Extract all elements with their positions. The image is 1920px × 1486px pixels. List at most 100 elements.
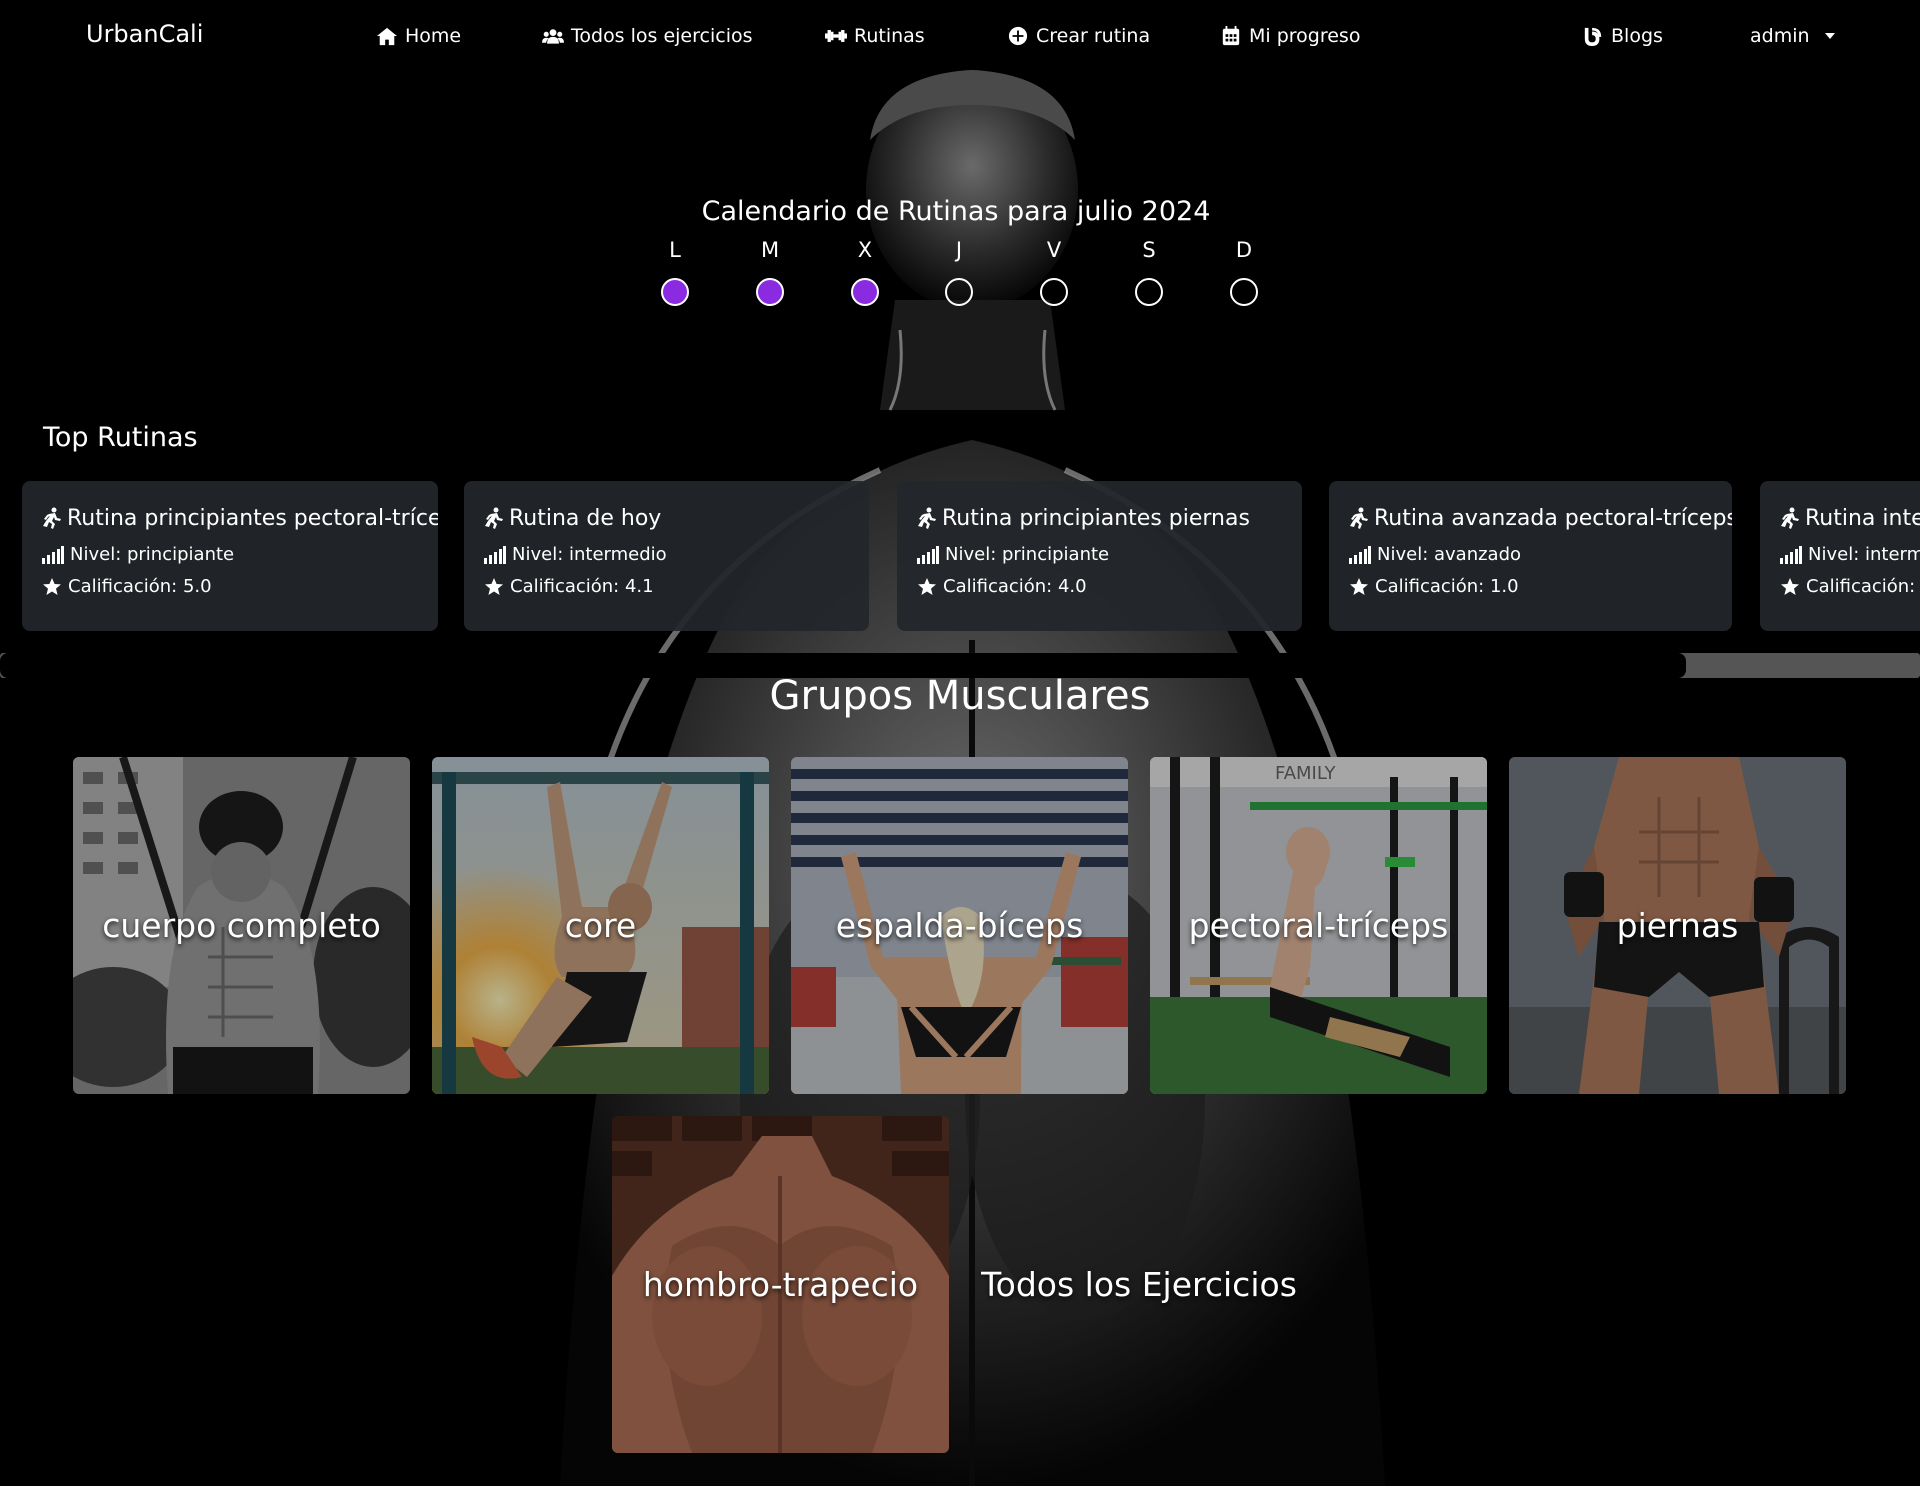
top-rutinas-title: Top Rutinas — [43, 422, 198, 453]
routine-card-title: Rutina de hoy — [484, 503, 849, 533]
routine-name: Rutina principiantes piernas — [942, 505, 1250, 531]
nav-crear-rutina[interactable]: Crear rutina — [1007, 25, 1150, 47]
nav-blogs-label: Blogs — [1611, 25, 1663, 47]
routine-name: Rutina avanzada pectoral-tríceps — [1374, 505, 1732, 531]
routine-name: Rutina principiantes pectoral-tríceps — [67, 505, 438, 531]
nav-home[interactable]: Home — [376, 25, 461, 47]
running-icon — [918, 507, 936, 529]
routine-level-row: Nivel: intermedio — [484, 544, 849, 565]
routine-card-title: Rutina principiantes piernas — [917, 503, 1282, 533]
nav-todos-ejercicios[interactable]: Todos los ejercicios — [542, 25, 753, 47]
nav-blogs[interactable]: Blogs — [1582, 25, 1663, 47]
star-icon — [43, 577, 61, 595]
calendar-day-letter: D — [1235, 238, 1253, 262]
signal-bars-icon — [1780, 545, 1802, 564]
routine-level: Nivel: intermedio — [1808, 544, 1920, 565]
routine-rating: Calificación: 1.0 — [1375, 576, 1519, 597]
calendar-day-s: S — [1119, 238, 1179, 306]
routine-card[interactable]: Rutina avanzada pectoral-tríceps Nivel: a… — [1329, 481, 1732, 631]
routine-rating: Calificación: 0.0 — [1806, 576, 1920, 597]
routine-level-row: Nivel: principiante — [42, 544, 418, 565]
blog-icon — [1584, 27, 1602, 46]
caret-down-icon — [1824, 33, 1835, 39]
nav-todos-ejercicios-label: Todos los ejercicios — [571, 25, 753, 47]
brand-logo[interactable]: UrbanCali — [86, 20, 203, 48]
group-card-todos-ejercicios[interactable]: Todos los Ejercicios — [971, 1116, 1307, 1453]
user-menu-label: admin — [1750, 25, 1810, 47]
routine-rating-row: Calificación: 5.0 — [42, 576, 418, 597]
running-icon — [1350, 507, 1368, 529]
routine-rating-row: Calificación: 0.0 — [1780, 576, 1920, 597]
calendar-day-j: J — [929, 238, 989, 306]
users-icon — [542, 29, 564, 44]
user-menu-dropdown[interactable]: admin — [1750, 25, 1835, 47]
group-card-core[interactable]: core — [432, 757, 769, 1094]
group-card-espalda-biceps[interactable]: espalda-bíceps — [791, 757, 1128, 1094]
calendar-day-letter: X — [857, 238, 873, 262]
top-rutinas-carousel: Rutina principiantes pectoral-tríceps Niv… — [0, 481, 1920, 631]
group-label: espalda-bíceps — [835, 906, 1084, 945]
routine-card-title: Rutina intermedia — [1780, 503, 1920, 533]
routine-card[interactable]: Rutina principiantes pectoral-tríceps Niv… — [22, 481, 438, 631]
calendar-day-letter: M — [760, 238, 780, 262]
home-icon — [377, 27, 397, 46]
signal-bars-icon — [1349, 545, 1371, 564]
routine-level: Nivel: principiante — [70, 544, 235, 565]
routine-level-row: Nivel: avanzado — [1349, 544, 1712, 565]
routine-card[interactable]: Rutina intermedia Nivel: intermedio Califi… — [1760, 481, 1920, 631]
running-icon — [485, 507, 503, 529]
signal-bars-icon — [42, 545, 64, 564]
star-icon — [485, 577, 503, 595]
nav-crear-rutina-label: Crear rutina — [1036, 25, 1151, 47]
routine-calendar: Calendario de Rutinas para julio 2024 L M… — [0, 196, 1920, 306]
star-icon — [1350, 577, 1368, 595]
group-card-hombro-trapecio[interactable]: hombro-trapecio — [612, 1116, 949, 1453]
group-label: hombro-trapecio — [642, 1265, 919, 1304]
signal-bars-icon — [484, 545, 506, 564]
calendar-day-letter: V — [1046, 238, 1062, 262]
signal-bars-icon — [917, 545, 939, 564]
calendar-day-l: L — [645, 238, 705, 306]
star-icon — [918, 577, 936, 595]
calendar-day-indicator[interactable] — [851, 278, 879, 306]
routine-rating: Calificación: 5.0 — [68, 576, 212, 597]
calendar-days: LMXJVSD — [0, 238, 1920, 318]
calendar-day-indicator[interactable] — [1230, 278, 1258, 306]
routine-card[interactable]: Rutina principiantes piernas Nivel: princ… — [897, 481, 1302, 631]
routine-card[interactable]: Rutina de hoy Nivel: intermedio Calificaci… — [464, 481, 869, 631]
routine-card-title: Rutina avanzada pectoral-tríceps — [1349, 503, 1732, 533]
star-icon — [1781, 577, 1799, 595]
calendar-day-letter: J — [955, 238, 963, 262]
nav-rutinas-label: Rutinas — [854, 25, 925, 47]
group-card-piernas[interactable]: piernas — [1509, 757, 1846, 1094]
group-card-cuerpo-completo[interactable]: cuerpo completo — [73, 757, 410, 1094]
nav-mi-progreso-label: Mi progreso — [1249, 25, 1361, 47]
routine-level: Nivel: avanzado — [1377, 544, 1522, 565]
group-card-pectoral-triceps[interactable]: FAMILY pectoral-tríceps — [1150, 757, 1487, 1094]
nav-rutinas[interactable]: Rutinas — [825, 25, 925, 47]
routine-level: Nivel: principiante — [945, 544, 1110, 565]
calendar-day-d: D — [1214, 238, 1274, 306]
calendar-day-indicator[interactable] — [661, 278, 689, 306]
calendar-icon — [1222, 26, 1240, 46]
routine-level: Nivel: intermedio — [512, 544, 667, 565]
routine-level-row: Nivel: principiante — [917, 544, 1282, 565]
group-label: Todos los Ejercicios — [981, 1265, 1297, 1304]
calendar-day-letter: L — [669, 238, 681, 262]
calendar-title: Calendario de Rutinas para julio 2024 — [701, 196, 1211, 227]
routine-level-row: Nivel: intermedio — [1780, 544, 1920, 565]
calendar-day-indicator[interactable] — [1040, 278, 1068, 306]
group-label: core — [564, 906, 637, 945]
routine-rating: Calificación: 4.1 — [510, 576, 654, 597]
routine-card-title: Rutina principiantes pectoral-tríceps — [42, 503, 438, 533]
routine-rating-row: Calificación: 1.0 — [1349, 576, 1712, 597]
calendar-day-indicator[interactable] — [945, 278, 973, 306]
calendar-day-indicator[interactable] — [1135, 278, 1163, 306]
calendar-day-letter: S — [1142, 238, 1156, 262]
nav-mi-progreso[interactable]: Mi progreso — [1220, 25, 1360, 47]
calendar-day-indicator[interactable] — [756, 278, 784, 306]
calendar-day-v: V — [1024, 238, 1084, 306]
calendar-day-m: M — [740, 238, 800, 306]
routine-rating: Calificación: 4.0 — [943, 576, 1087, 597]
running-icon — [43, 507, 61, 529]
